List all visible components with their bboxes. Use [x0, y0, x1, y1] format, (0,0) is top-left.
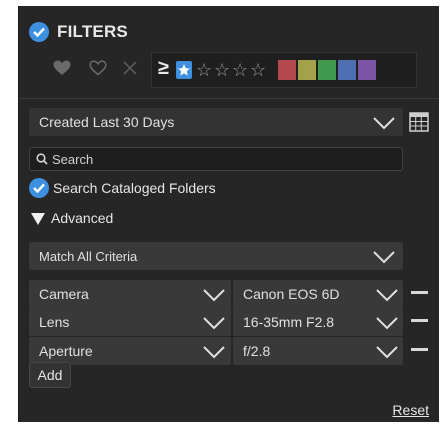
star-4-icon[interactable]: ☆ — [232, 60, 248, 80]
reset-link[interactable]: Reset — [392, 402, 429, 418]
divider — [19, 98, 439, 99]
remove-criterion-button[interactable] — [411, 319, 428, 322]
rating-color-filter: ≥ ☆ ☆ ☆ ☆ — [151, 52, 417, 88]
criterion-field-dropdown[interactable]: Camera — [29, 280, 231, 308]
color-label-red[interactable] — [278, 60, 296, 80]
heart-filled-icon[interactable] — [53, 60, 71, 81]
date-filter-dropdown[interactable]: Created Last 30 Days — [29, 108, 403, 136]
search-cataloged-label[interactable]: Search Cataloged Folders — [53, 180, 216, 196]
match-criteria-dropdown[interactable]: Match All Criteria — [29, 242, 403, 270]
filters-enabled-check-icon[interactable] — [29, 22, 49, 42]
calendar-icon[interactable] — [409, 112, 429, 137]
star-3-icon[interactable]: ☆ — [214, 60, 230, 80]
color-label-yellow[interactable] — [298, 60, 316, 80]
remove-criterion-button[interactable] — [411, 348, 428, 351]
criterion-value-value: Canon EOS 6D — [243, 286, 340, 302]
search-input[interactable]: Search — [29, 147, 403, 171]
color-label-blue[interactable] — [338, 60, 356, 80]
filters-panel: FILTERS ≥ ☆ ☆ ☆ ☆ Created Last 30 Days S… — [18, 6, 439, 422]
reject-x-icon[interactable] — [123, 61, 137, 80]
criterion-field-chevron-down-icon[interactable] — [203, 345, 225, 359]
match-criteria-value: Match All Criteria — [39, 248, 138, 264]
heart-outline-icon[interactable] — [89, 60, 107, 81]
criterion-field-value: Lens — [39, 314, 70, 330]
date-filter-chevron-down-icon[interactable] — [373, 116, 395, 130]
criterion-value-chevron-down-icon[interactable] — [376, 316, 398, 330]
criterion-value-value: f/2.8 — [243, 343, 271, 359]
remove-criterion-button[interactable] — [411, 291, 428, 294]
add-criterion-button[interactable]: Add — [29, 362, 71, 388]
match-chevron-down-icon[interactable] — [373, 250, 395, 264]
criterion-field-chevron-down-icon[interactable] — [203, 288, 225, 302]
date-filter-value: Created Last 30 Days — [39, 114, 175, 130]
color-label-green[interactable] — [318, 60, 336, 80]
criterion-field-dropdown[interactable]: Lens — [29, 308, 231, 336]
criterion-value-value: 16-35mm F2.8 — [243, 314, 335, 330]
criterion-value-chevron-down-icon[interactable] — [376, 345, 398, 359]
star-5-icon[interactable]: ☆ — [250, 60, 266, 80]
panel-title: FILTERS — [57, 22, 128, 41]
criterion-field-value: Camera — [39, 286, 89, 302]
star-2-icon[interactable]: ☆ — [196, 60, 212, 80]
rating-operator[interactable]: ≥ — [158, 57, 169, 80]
search-placeholder: Search — [52, 152, 94, 167]
advanced-toggle-label[interactable]: Advanced — [51, 210, 113, 226]
star-selected-icon[interactable] — [176, 61, 192, 79]
search-icon — [36, 153, 48, 165]
criterion-field-dropdown[interactable]: Aperture — [29, 337, 231, 365]
search-cataloged-check-icon[interactable] — [29, 178, 49, 198]
disclosure-triangle-icon[interactable] — [31, 212, 45, 230]
criterion-field-chevron-down-icon[interactable] — [203, 316, 225, 330]
color-label-purple[interactable] — [358, 60, 376, 80]
criterion-value-chevron-down-icon[interactable] — [376, 288, 398, 302]
criterion-field-value: Aperture — [39, 343, 93, 359]
